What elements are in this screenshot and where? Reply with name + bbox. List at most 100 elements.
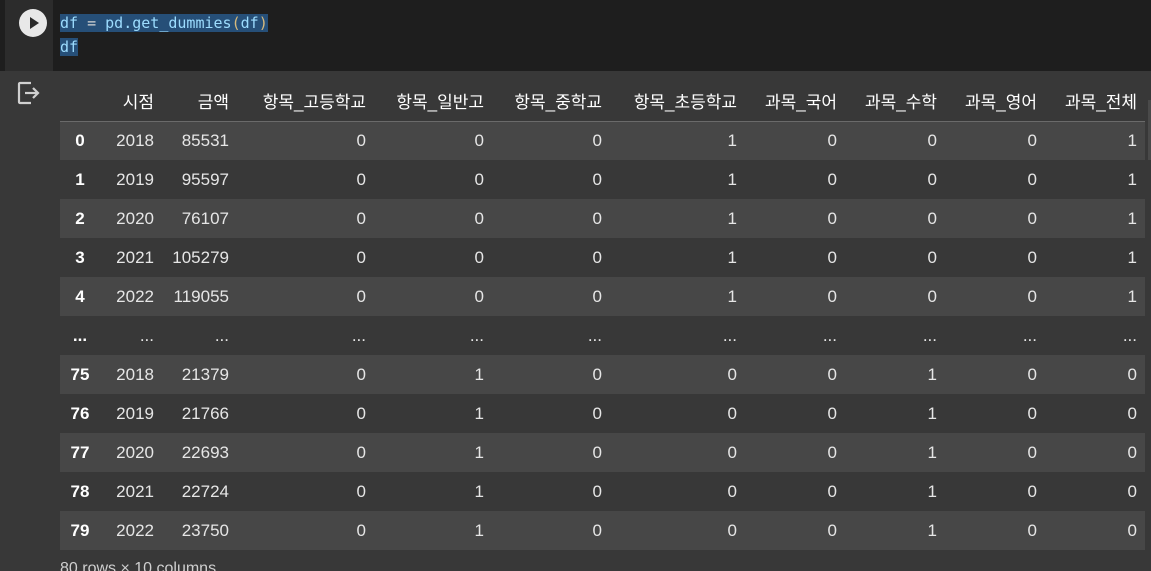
table-cell: 1 [474, 520, 484, 540]
run-gutter [5, 0, 53, 71]
table-cell: 0 [727, 520, 737, 540]
table-cell: 0 [927, 130, 937, 150]
table-cell: 0 [474, 169, 484, 189]
table-cell: 1 [927, 481, 937, 501]
table-row: 78 2021 22724 0 1 0 0 0 1 0 0 [60, 472, 1145, 511]
column-header: 과목_국어 [745, 80, 845, 122]
table-cell: 0 [1127, 442, 1137, 462]
table-cell: 0 [827, 520, 837, 540]
table-row: 77 2020 22693 0 1 0 0 0 1 0 0 [60, 433, 1145, 472]
table-cell: 0 [356, 169, 366, 189]
dataframe-table: 시점 금액 항목_고등학교 항목_일반고 항목_중학교 항목_초등학교 과목_국… [60, 80, 1145, 550]
table-cell: 0 [927, 169, 937, 189]
table-cell: 1 [727, 247, 737, 267]
table-cell: 0 [592, 520, 602, 540]
table-cell: 0 [474, 208, 484, 228]
row-index: 3 [75, 247, 85, 267]
table-cell: 23750 [181, 520, 229, 540]
table-cell: 2020 [116, 442, 154, 462]
table-cell: 0 [356, 520, 366, 540]
table-row: 2 2020 76107 0 0 0 1 0 0 0 1 [60, 199, 1145, 238]
table-cell: 0 [592, 442, 602, 462]
table-cell: 0 [592, 364, 602, 384]
table-cell: 1 [1127, 208, 1137, 228]
table-cell: 0 [827, 208, 837, 228]
table-cell: 0 [1027, 247, 1037, 267]
table-cell: 0 [356, 442, 366, 462]
table-cell: 1 [474, 442, 484, 462]
table-cell: 1 [1127, 286, 1137, 306]
table-cell: 21379 [181, 364, 229, 384]
table-cell: 1 [474, 481, 484, 501]
table-cell: 2022 [116, 520, 154, 540]
table-cell: 0 [827, 442, 837, 462]
table-cell: ... [1022, 325, 1037, 345]
table-cell: 1 [927, 364, 937, 384]
table-cell: 0 [356, 481, 366, 501]
code-token-df: df [60, 38, 79, 56]
table-cell: 0 [827, 130, 837, 150]
table-cell: 2019 [116, 403, 154, 423]
output-gutter [0, 71, 58, 571]
row-index: 0 [75, 130, 85, 150]
run-cell-button[interactable] [19, 9, 47, 37]
table-cell: 85531 [181, 130, 229, 150]
column-header: 항목_초등학교 [610, 80, 745, 122]
table-cell: 2018 [116, 364, 154, 384]
table-cell: 0 [1127, 481, 1137, 501]
table-cell: 2021 [116, 481, 154, 501]
table-cell: 0 [592, 403, 602, 423]
table-cell: 0 [827, 481, 837, 501]
header-row: 시점 금액 항목_고등학교 항목_일반고 항목_중학교 항목_초등학교 과목_국… [60, 80, 1145, 122]
table-cell: ... [587, 325, 602, 345]
table-cell: 22724 [181, 481, 229, 501]
table-cell: 0 [356, 403, 366, 423]
row-index: 77 [70, 442, 90, 462]
column-header: 과목_수학 [845, 80, 945, 122]
code-token-arg: df [240, 14, 259, 32]
table-cell: ... [822, 325, 837, 345]
column-header: 항목_일반고 [374, 80, 492, 122]
table-cell: 2019 [116, 169, 154, 189]
table-cell: 0 [827, 403, 837, 423]
table-cell: ... [722, 325, 737, 345]
table-cell: 2018 [116, 130, 154, 150]
table-cell: 2020 [116, 208, 154, 228]
column-header: 과목_영어 [945, 80, 1045, 122]
table-row: 76 2019 21766 0 1 0 0 0 1 0 0 [60, 394, 1145, 433]
table-cell: 0 [1027, 403, 1037, 423]
table-row: 4 2022 119055 0 0 0 1 0 0 0 1 [60, 277, 1145, 316]
table-cell: 0 [727, 403, 737, 423]
table-cell: 1 [1127, 130, 1137, 150]
table-cell: 0 [592, 247, 602, 267]
table-cell: 0 [1027, 364, 1037, 384]
row-index: 76 [70, 403, 90, 423]
table-cell: 0 [474, 286, 484, 306]
table-cell: 0 [827, 169, 837, 189]
table-cell: 0 [927, 208, 937, 228]
table-cell: 0 [356, 247, 366, 267]
code-line-1: df = pd.get_dummies(df) [60, 11, 268, 35]
output-exit-icon[interactable] [16, 80, 42, 106]
index-header [60, 80, 100, 122]
table-cell: 0 [827, 286, 837, 306]
column-header: 금액 [162, 80, 237, 122]
table-cell: ... [469, 325, 484, 345]
shape-summary: 80 rows × 10 columns [60, 560, 217, 571]
table-cell: ... [351, 325, 366, 345]
table-cell: 0 [356, 208, 366, 228]
code-line-2: df [60, 35, 268, 59]
table-cell: 1 [927, 403, 937, 423]
row-index: 75 [70, 364, 90, 384]
code-editor[interactable]: df = pd.get_dummies(df) df [60, 11, 268, 59]
table-cell: 0 [592, 130, 602, 150]
table-cell: 0 [727, 442, 737, 462]
code-token-call: pd.get_dummies [105, 14, 232, 32]
table-cell: 0 [592, 169, 602, 189]
table-row: 3 2021 105279 0 0 0 1 0 0 0 1 [60, 238, 1145, 277]
row-index: ... [72, 325, 88, 345]
table-cell: 2022 [116, 286, 154, 306]
table-cell: ... [214, 325, 229, 345]
table-cell: ... [139, 325, 154, 345]
table-cell: 0 [1027, 442, 1037, 462]
